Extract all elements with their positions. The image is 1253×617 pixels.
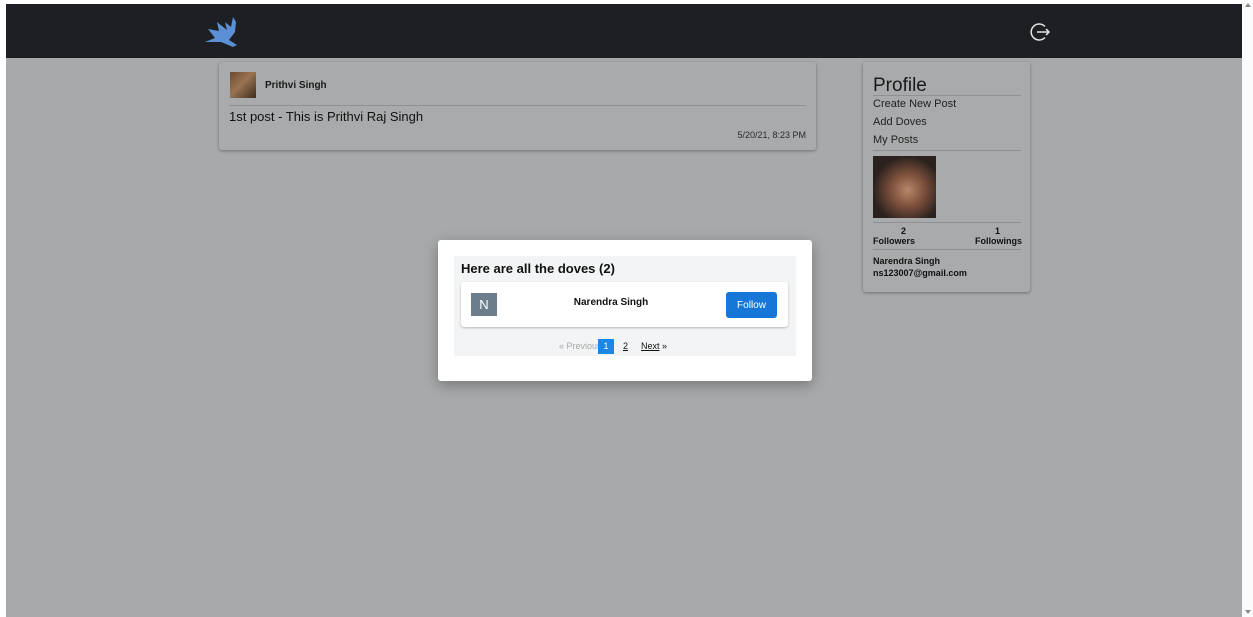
scroll-down-icon[interactable] <box>1245 610 1251 614</box>
profile-divider <box>873 249 1021 250</box>
post-author-name[interactable]: Prithvi Singh <box>265 80 327 91</box>
my-posts-link[interactable]: My Posts <box>873 134 918 146</box>
dove-list-item: N Narendra Singh Follow <box>461 282 788 327</box>
scroll-up-icon[interactable] <box>1245 3 1251 7</box>
next-label: Next <box>641 341 660 351</box>
page-1-link[interactable]: 1 <box>598 339 614 354</box>
post-text: 1st post - This is Prithvi Raj Singh <box>229 109 424 124</box>
followers-count: 2 <box>901 226 907 236</box>
create-new-post-link[interactable]: Create New Post <box>873 98 956 110</box>
dove-logo-icon[interactable] <box>203 16 243 48</box>
profile-card: Profile Create New Post Add Doves My Pos… <box>863 62 1030 292</box>
profile-divider <box>873 150 1021 151</box>
previous-page-link[interactable]: « Previous <box>559 341 602 351</box>
followings-count: 1 <box>995 226 1001 236</box>
doves-modal: Here are all the doves (2) N Narendra Si… <box>438 240 812 381</box>
profile-photo <box>873 156 936 218</box>
profile-name: Narendra Singh <box>873 256 941 266</box>
next-arrow: » <box>662 341 668 351</box>
profile-email: ns123007@gmail.com <box>873 268 967 278</box>
dove-name: Narendra Singh <box>573 297 649 308</box>
profile-divider <box>873 95 1021 96</box>
post-divider <box>229 105 806 106</box>
next-page-link[interactable]: Next » <box>641 341 667 351</box>
profile-divider <box>873 222 1021 223</box>
pagination: « Previous 1 2 Next » <box>454 339 796 356</box>
profile-title: Profile <box>873 75 927 96</box>
followings-label[interactable]: Followings <box>975 236 1022 246</box>
top-navbar <box>6 4 1242 58</box>
dove-avatar: N <box>471 293 497 316</box>
post-timestamp: 5/20/21, 8:23 PM <box>737 130 806 140</box>
follow-button[interactable]: Follow <box>726 292 777 318</box>
add-doves-link[interactable]: Add Doves <box>873 116 927 128</box>
page-2-link[interactable]: 2 <box>623 341 628 351</box>
post-author-avatar[interactable] <box>230 72 256 98</box>
doves-list-panel: Here are all the doves (2) N Narendra Si… <box>454 256 796 356</box>
post-card: Prithvi Singh 1st post - This is Prithvi… <box>219 62 816 150</box>
page-viewport: Prithvi Singh 1st post - This is Prithvi… <box>6 4 1242 617</box>
logout-icon[interactable] <box>1030 21 1052 43</box>
followers-label[interactable]: Followers <box>873 236 915 246</box>
modal-title: Here are all the doves (2) <box>461 261 615 276</box>
page-scrollbar[interactable] <box>1242 0 1253 617</box>
